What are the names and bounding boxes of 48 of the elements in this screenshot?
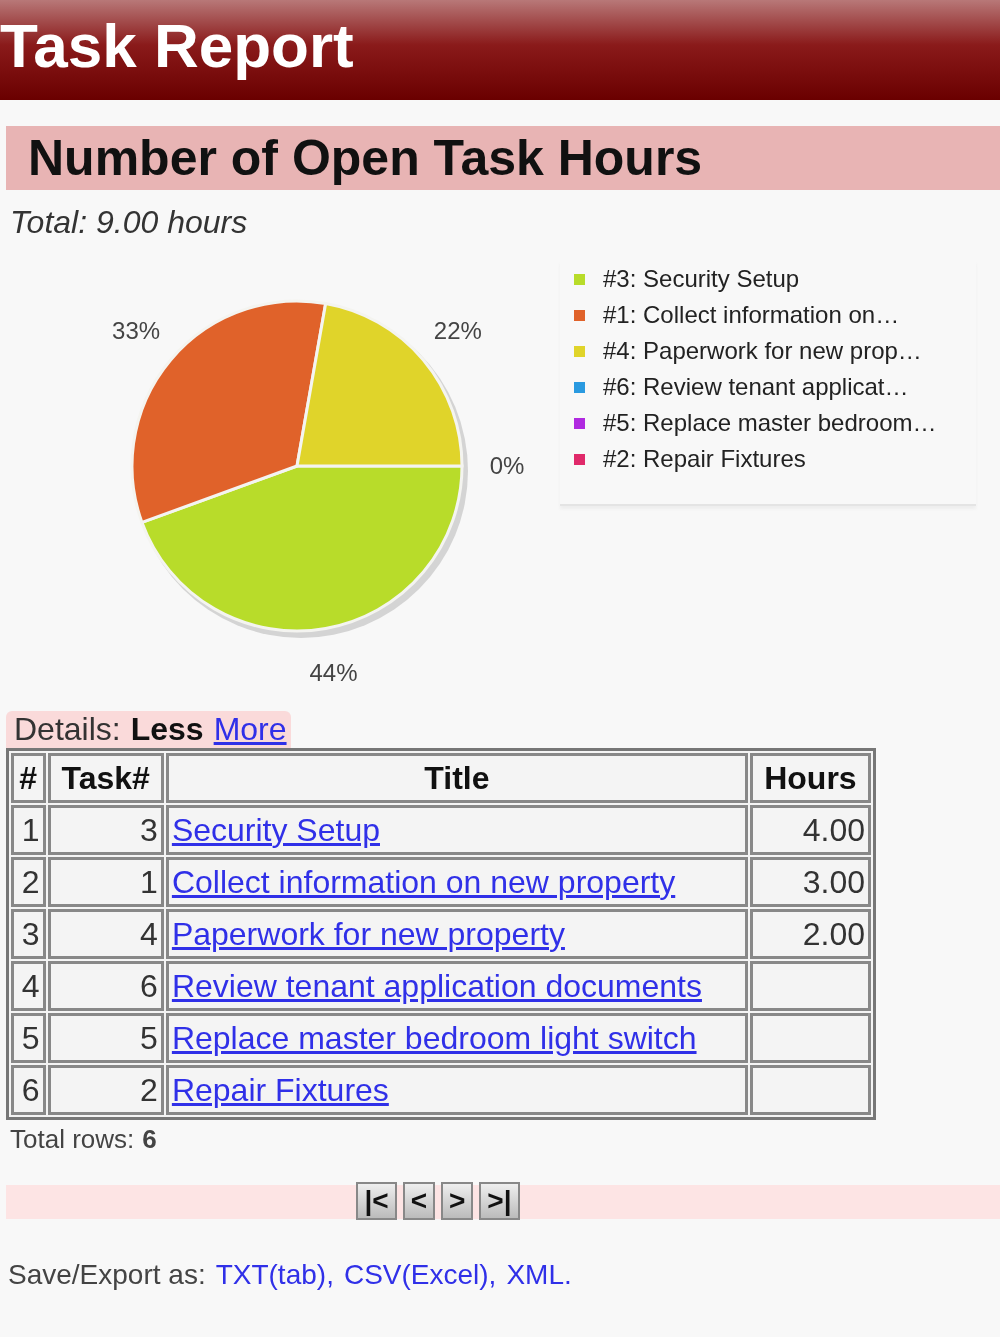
table-cell: 2 xyxy=(11,857,46,907)
table-cell: 2.00 xyxy=(749,909,871,959)
detail-option: Less xyxy=(130,711,204,748)
table-cell: 2 xyxy=(47,1065,164,1115)
table-cell: 3.00 xyxy=(749,857,871,907)
pager-button[interactable]: |< xyxy=(356,1182,397,1220)
column-header: Task# xyxy=(47,753,164,803)
column-header: Title xyxy=(165,753,748,803)
export-link[interactable]: CSV(Excel) xyxy=(343,1259,489,1291)
legend-label: #2: Repair Fixtures xyxy=(603,445,806,473)
table-cell: 1 xyxy=(11,805,46,855)
percent-label: 0% xyxy=(489,452,525,479)
total-rows-label: Total rows: xyxy=(10,1124,135,1155)
table-cell: 4 xyxy=(11,961,46,1011)
table-cell: 6 xyxy=(47,961,164,1011)
export-label: Save/Export as: xyxy=(8,1259,206,1291)
legend-label: #3: Security Setup xyxy=(603,265,800,293)
table-cell: 1 xyxy=(47,857,164,907)
total-rows-value: 6 xyxy=(142,1124,157,1155)
table-cell: 5 xyxy=(47,1013,164,1063)
punctuation: , xyxy=(488,1259,497,1291)
total-hours: Total: 9.00 hours xyxy=(10,204,249,241)
pager-button[interactable]: >| xyxy=(479,1182,520,1220)
legend-label: #6: Review tenant applicat… xyxy=(603,373,909,401)
report-title: Task Report xyxy=(0,9,354,81)
table-cell: 3 xyxy=(11,909,46,959)
detail-link[interactable]: More xyxy=(213,711,287,748)
export-link[interactable]: XML xyxy=(506,1259,564,1291)
table-cell: 6 xyxy=(11,1065,46,1115)
table-cell: 4 xyxy=(47,909,164,959)
section-heading: Number of Open Task Hours xyxy=(6,126,1000,190)
pager-button[interactable]: < xyxy=(402,1182,435,1220)
pager-button[interactable]: > xyxy=(441,1182,474,1220)
legend-label: #5: Replace master bedroom… xyxy=(603,409,937,437)
percent-label: 44% xyxy=(309,658,358,681)
legend-label: #1: Collect information on… xyxy=(603,301,900,329)
column-header: # xyxy=(11,753,46,803)
percent-label: 33% xyxy=(112,317,161,344)
legend-label: #4: Paperwork for new prop… xyxy=(603,337,922,365)
punctuation: . xyxy=(563,1259,572,1291)
export-link[interactable]: TXT(tab) xyxy=(215,1259,327,1291)
details-label: Details: xyxy=(14,711,121,748)
punctuation: , xyxy=(326,1259,334,1291)
table-cell: 3 xyxy=(47,805,164,855)
percent-label: 22% xyxy=(433,317,482,344)
table-cell: 4.00 xyxy=(749,805,871,855)
table-cell: 5 xyxy=(11,1013,46,1063)
column-header: Hours xyxy=(749,753,871,803)
